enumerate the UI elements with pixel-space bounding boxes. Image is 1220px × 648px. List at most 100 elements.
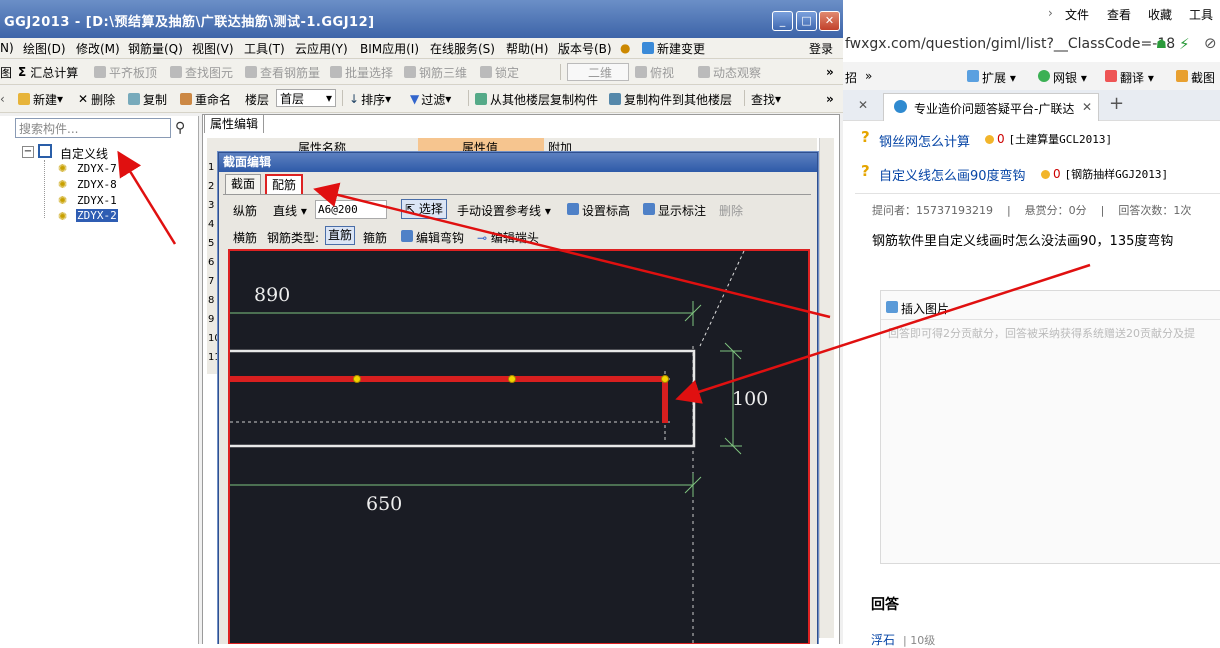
copy-button[interactable]: 复制	[128, 86, 167, 112]
rebar-spec-input[interactable]: A6@200	[315, 200, 387, 219]
screenshot-button[interactable]: 截图	[1176, 69, 1215, 86]
sort-button[interactable]: ↓ 排序 ▾	[349, 86, 391, 112]
menu-draw[interactable]: 绘图(D)	[23, 38, 66, 58]
batch-select-button[interactable]: 批量选择	[330, 60, 393, 84]
select-tool-button[interactable]: ⇱ 选择	[401, 199, 447, 219]
property-scrollbar[interactable]	[819, 138, 834, 638]
show-marks-button[interactable]: 显示标注	[643, 202, 706, 219]
gear-icon: ✺	[58, 210, 68, 223]
copy-from-icon	[475, 93, 487, 105]
question-link-2[interactable]: 自定义线怎么画90度弯钩	[879, 165, 1026, 184]
hardhat-icon[interactable]: ●	[620, 38, 630, 58]
rebar-3d-button[interactable]: 钢筋三维	[404, 60, 467, 84]
align-top-button[interactable]: 平齐板顶	[94, 60, 157, 84]
bookmark-overflow[interactable]: »	[865, 69, 872, 83]
tree-root-custom-line[interactable]: 自定义线	[60, 145, 108, 162]
url-text[interactable]: fwxgx.com/question/giml/list?__ClassCode…	[845, 36, 1175, 52]
manual-ref-line-select[interactable]: 手动设置参考线 ▾	[457, 202, 551, 219]
extensions-icon	[967, 70, 979, 82]
answer-editor[interactable]: 插入图片 回答即可得2分贡献分，回答被采纳获得系统赠送20贡献分及提	[880, 290, 1220, 564]
floor-select[interactable]: 首层 ▾	[276, 89, 336, 107]
edit-end-button[interactable]: ⊸ 编辑端头	[477, 229, 539, 246]
menu-bim[interactable]: BIM应用(I)	[360, 38, 419, 58]
extensions-button[interactable]: 扩展 ▾	[967, 69, 1016, 86]
delete-mark-button[interactable]: 删除	[719, 202, 743, 219]
prev-tab-close-icon[interactable]: ✕	[858, 98, 868, 112]
menu-view[interactable]: 视图(V)	[192, 38, 234, 58]
menu-icon[interactable]: ⊘	[1204, 34, 1217, 52]
insert-image-label: 插入图片	[901, 302, 950, 316]
collapse-arrow-icon[interactable]: ‹	[0, 86, 5, 112]
find-button[interactable]: 查找 ▾	[751, 86, 781, 112]
summary-calc-button[interactable]: Σ 汇总计算	[18, 60, 78, 84]
minimize-button[interactable]: _	[772, 11, 793, 31]
dynamic-view-button[interactable]: 动态观察	[698, 60, 761, 84]
insert-image-button[interactable]: 插入图片	[886, 300, 949, 317]
menu-cloud[interactable]: 云应用(Y)	[295, 38, 348, 58]
tab-close-icon[interactable]: ✕	[1082, 100, 1092, 114]
line-type-select[interactable]: 直线 ▾	[273, 202, 307, 219]
menu-rebar-qty[interactable]: 钢筋量(Q)	[128, 38, 183, 58]
stirrup-button[interactable]: 箍筋	[363, 229, 387, 246]
tree-item-zdyx-1[interactable]: ZDYX-1	[77, 194, 117, 207]
browser-menu-file[interactable]: 文件	[1065, 6, 1089, 23]
section-drawing-canvas[interactable]: 890 100 650	[228, 249, 810, 644]
component-search-input[interactable]: 搜索构件...	[15, 118, 171, 138]
view-rebar-qty-button[interactable]: 查看钢筋量	[245, 60, 320, 84]
menu-n[interactable]: N)	[0, 38, 14, 58]
menu-online[interactable]: 在线服务(S)	[430, 38, 495, 58]
set-elevation-button[interactable]: 设置标高	[567, 202, 630, 219]
tab-section[interactable]: 截面	[225, 174, 262, 194]
cursor-icon: ⇱	[405, 202, 416, 216]
browser-menu-view[interactable]: 查看	[1107, 6, 1131, 23]
browser-menu-tools[interactable]: 工具	[1189, 6, 1213, 23]
answerer-name[interactable]: 浮石	[871, 631, 895, 648]
tree-collapse-toggle[interactable]: −	[22, 146, 34, 158]
tree-item-zdyx-7[interactable]: ZDYX-7	[77, 162, 117, 175]
tab-property-edit[interactable]: 属性编辑	[204, 114, 265, 133]
toolbar-cut-item[interactable]: 图	[0, 60, 12, 84]
menu-modify[interactable]: 修改(M)	[76, 38, 120, 58]
browser-menu-favorites[interactable]: 收藏	[1148, 6, 1172, 23]
tab-rebar-config[interactable]: 配筋	[265, 174, 304, 195]
rename-button[interactable]: 重命名	[180, 86, 231, 112]
straight-rebar-button[interactable]: 直筋	[325, 226, 356, 245]
maximize-button[interactable]: □	[796, 11, 817, 31]
translate-button[interactable]: 翻译 ▾	[1105, 69, 1154, 86]
copy-from-floor-button[interactable]: 从其他楼层复制构件	[475, 86, 598, 112]
close-button[interactable]: ✕	[819, 11, 840, 31]
question-link-1[interactable]: 钢丝网怎么计算	[879, 131, 970, 150]
rebar-node	[661, 375, 669, 383]
ebank-button[interactable]: 网银 ▾	[1038, 69, 1087, 86]
lightning-icon[interactable]: ⚡	[1179, 35, 1190, 53]
search-icon[interactable]: ⚲	[175, 120, 185, 136]
app-title-bar[interactable]: GGJ2013 - [D:\预结算及抽筋\广联达抽筋\测试-1.GGJ12] _…	[0, 0, 843, 38]
edit-hook-button[interactable]: 编辑弯钩	[401, 229, 464, 246]
bookmark-item[interactable]: 招	[845, 69, 857, 86]
view-mode-select[interactable]: 二维	[567, 63, 629, 81]
menu-version[interactable]: 版本号(B)	[558, 38, 612, 58]
tree-item-zdyx-2-selected[interactable]: ZDYX-2	[76, 209, 118, 222]
menu-new-change[interactable]: 新建变更	[642, 38, 705, 58]
find-element-button[interactable]: 查找图元	[170, 60, 233, 84]
menu-tools[interactable]: 工具(T)	[244, 38, 285, 58]
top-view-button[interactable]: 俯视	[635, 60, 674, 84]
browser-window: › 文件 查看 收藏 工具 fwxgx.com/question/giml/li…	[843, 0, 1220, 647]
lock-button[interactable]: 锁定	[480, 60, 519, 84]
active-tab[interactable]: 专业造价问题答疑平台-广联达 ✕	[883, 93, 1099, 121]
toolbar2-overflow-button[interactable]: »	[826, 86, 834, 112]
new-tab-button[interactable]: +	[1109, 93, 1124, 114]
answer-input[interactable]: 回答即可得2分贡献分，回答被采纳获得系统赠送20贡献分及提	[888, 325, 1195, 341]
tree-item-zdyx-8[interactable]: ZDYX-8	[77, 178, 117, 191]
login-button[interactable]: 登录	[809, 38, 833, 58]
delete-button[interactable]: ✕ 删除	[78, 86, 115, 112]
filter-button[interactable]: ▼ 过滤 ▾	[410, 86, 451, 112]
address-bar[interactable]: fwxgx.com/question/giml/list?__ClassCode…	[843, 28, 1220, 63]
rebar-node	[508, 375, 516, 383]
toolbar-overflow-button[interactable]: »	[826, 60, 834, 84]
copy-to-floor-button[interactable]: 复制构件到其他楼层	[609, 86, 732, 112]
dialog-title[interactable]: 截面编辑	[219, 153, 817, 172]
menu-help[interactable]: 帮助(H)	[506, 38, 548, 58]
question-meta: 提问者：15737193219 | 悬赏分：0分 | 回答次数：1次	[872, 204, 1192, 217]
new-button[interactable]: 新建 ▾	[18, 86, 63, 112]
